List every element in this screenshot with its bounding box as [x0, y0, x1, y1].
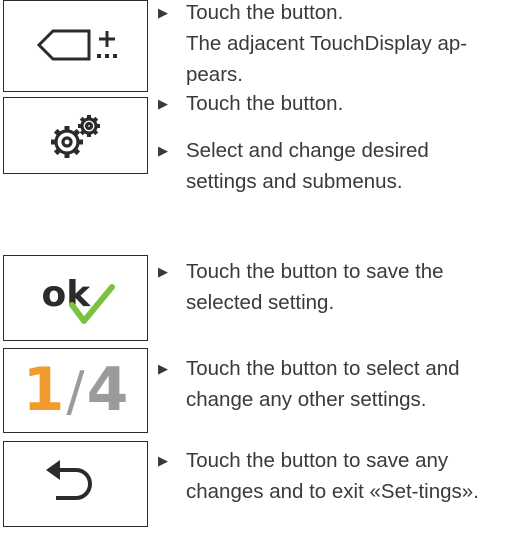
bullet-arrow-icon	[158, 353, 168, 384]
page-separator: /	[66, 359, 85, 423]
bullet-arrow-icon	[158, 445, 168, 476]
ok-button[interactable]: ok	[3, 255, 148, 341]
page-total: 4	[86, 354, 129, 425]
bullet-arrow-icon	[158, 0, 168, 28]
page-current: 1	[22, 354, 65, 425]
bullet-arrow-icon	[158, 135, 168, 166]
back-button[interactable]	[3, 441, 148, 527]
step-1-instruction: Touch the button.	[158, 0, 503, 28]
add-display-icon	[36, 29, 117, 61]
step-4-instruction: Touch the button to save the selected se…	[158, 256, 503, 318]
green-check-mark	[68, 284, 115, 324]
back-arrow-icon	[45, 460, 92, 500]
step-2-instruction: Touch the button.	[158, 88, 503, 119]
step-6-instruction: Touch the button to save any changes and…	[158, 445, 503, 507]
step-5-instruction: Touch the button to select and change an…	[158, 353, 503, 415]
settings-gears-icon	[50, 114, 100, 158]
add-display-button[interactable]	[3, 0, 148, 92]
step-1-result: The adjacent TouchDisplay ap-pears.	[186, 32, 468, 86]
page-indicator-icon: 1 / 4	[23, 360, 129, 422]
bullet-arrow-icon	[158, 88, 168, 119]
bullet-arrow-icon	[158, 256, 168, 287]
settings-button[interactable]	[3, 97, 148, 174]
page-indicator-button[interactable]: 1 / 4	[3, 348, 148, 433]
step-3-instruction: Select and change desired settings and s…	[158, 135, 503, 197]
ok-check-icon: ok	[36, 273, 116, 324]
